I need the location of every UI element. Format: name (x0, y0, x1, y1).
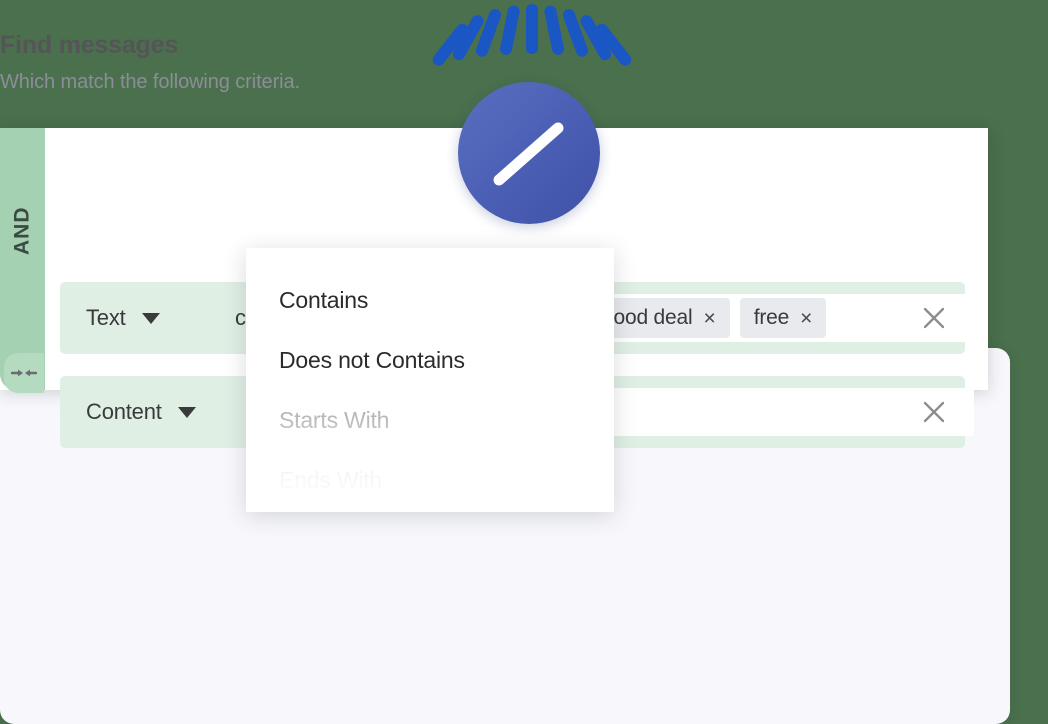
header: Find messages Which match the following … (0, 30, 520, 94)
delete-row-button[interactable] (917, 395, 951, 429)
page-subtitle: Which match the following criteria. (0, 71, 300, 93)
page-title: Find messages (0, 31, 179, 59)
tag-chip[interactable]: free × (739, 298, 827, 338)
field-select-content[interactable]: Content (60, 399, 235, 425)
menu-item-does-not-contains[interactable]: Does not Contains (246, 330, 614, 390)
chevron-down-icon (141, 312, 160, 324)
cursor-indicator (458, 82, 600, 224)
group-operator-label[interactable]: AND (0, 128, 45, 333)
operator-dropdown-menu[interactable]: Contains Does not Contains Starts With E… (246, 248, 614, 512)
menu-item-starts-with[interactable]: Starts With (246, 390, 614, 450)
chevron-down-icon (177, 406, 196, 418)
field-select-text[interactable]: Text (60, 305, 235, 331)
collapse-arrows-icon[interactable] (4, 353, 44, 393)
menu-item-contains[interactable]: Contains (246, 270, 614, 330)
tag-remove-icon[interactable]: × (703, 308, 715, 329)
delete-row-button[interactable] (917, 301, 951, 335)
field-select-label: Content (86, 399, 162, 424)
menu-item-ends-with[interactable]: Ends With (246, 450, 614, 510)
tag-label: good deal (602, 306, 693, 329)
app-root: Find messages Which match the following … (0, 0, 1048, 724)
group-operator-rail: AND (0, 128, 45, 393)
tag-remove-icon[interactable]: × (800, 308, 812, 329)
tag-label: free (753, 306, 790, 329)
field-select-label: Text (86, 305, 126, 330)
